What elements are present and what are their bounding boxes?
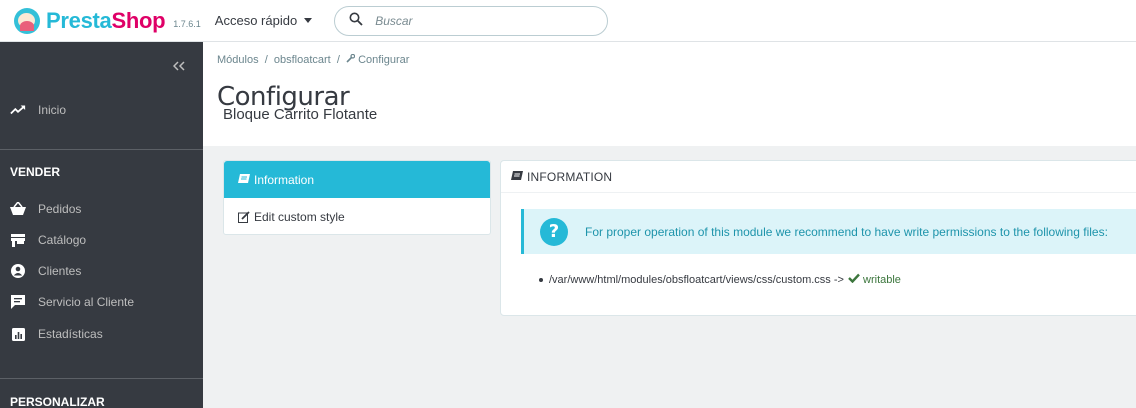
quick-access-label: Acceso rápido — [214, 13, 298, 28]
panel-heading: INFORMATION — [501, 161, 1136, 193]
file-status-label: writable — [863, 273, 901, 286]
breadcrumb-item-modulos[interactable]: Módulos — [217, 54, 259, 66]
logo-text: PrestaShop — [46, 7, 166, 33]
bullet-icon — [539, 277, 543, 282]
sidebar-item-label: Clientes — [38, 264, 82, 278]
file-status: writable — [848, 273, 901, 286]
tab-label: Edit custom style — [254, 209, 345, 224]
sidebar-section-customize: PERSONALIZAR — [10, 395, 105, 408]
question-icon: ? — [540, 217, 568, 246]
sidebar-item-inicio[interactable]: Inicio — [10, 103, 66, 117]
tab-label: Information — [254, 172, 315, 187]
account-circle-icon — [10, 264, 26, 278]
breadcrumb-item-module[interactable]: obsfloatcart — [274, 54, 331, 66]
file-path: /var/www/html/modules/obsfloatcart/views… — [549, 273, 844, 286]
collapse-sidebar-icon[interactable] — [172, 58, 185, 76]
quick-access-dropdown[interactable]: Acceso rápido — [214, 13, 313, 28]
chart-icon — [10, 327, 26, 341]
page-subtitle: Bloque Carrito Flotante — [223, 106, 378, 123]
wrench-icon — [346, 53, 358, 66]
tab-edit-custom-style[interactable]: Edit custom style — [224, 198, 490, 235]
sidebar-item-pedidos[interactable]: Pedidos — [10, 202, 81, 216]
sidebar-divider — [0, 378, 203, 379]
information-panel: INFORMATION ? For proper operation of th… — [500, 160, 1136, 316]
sidebar: Inicio VENDER Pedidos Catálogo Clientes … — [0, 42, 203, 408]
sidebar-item-estadisticas[interactable]: Estadísticas — [10, 327, 103, 341]
search-input[interactable] — [375, 13, 576, 28]
sidebar-item-catalogo[interactable]: Catálogo — [10, 233, 86, 247]
sidebar-item-label: Estadísticas — [38, 327, 103, 341]
sidebar-item-label: Inicio — [38, 103, 67, 117]
sidebar-item-label: Catálogo — [38, 233, 87, 247]
check-icon — [848, 273, 860, 286]
page-header: Módulos / obsfloatcart / Configurar Conf… — [203, 42, 1136, 146]
top-header: PrestaShop 1.7.6.1 Acceso rápido — [0, 0, 1136, 42]
chat-icon — [10, 295, 26, 309]
list-item: /var/www/html/modules/obsfloatcart/views… — [539, 273, 901, 286]
sidebar-item-clientes[interactable]: Clientes — [10, 264, 81, 278]
sidebar-divider — [0, 149, 203, 150]
breadcrumb-item-current: Configurar — [358, 54, 410, 66]
prestashop-logo[interactable]: PrestaShop — [14, 7, 166, 34]
search-box[interactable] — [334, 5, 609, 36]
breadcrumb: Módulos / obsfloatcart / Configurar — [217, 53, 410, 66]
sidebar-item-servicio[interactable]: Servicio al Cliente — [10, 295, 134, 309]
info-alert: ? For proper operation of this module we… — [521, 209, 1136, 254]
puffin-logo-icon — [14, 7, 40, 34]
store-icon — [10, 233, 26, 247]
book-icon — [511, 171, 523, 182]
book-icon — [238, 174, 250, 185]
caret-down-icon — [304, 18, 313, 23]
shopping-basket-icon — [10, 202, 26, 216]
module-tabs: Information Edit custom style — [223, 160, 491, 235]
tab-information[interactable]: Information — [224, 161, 490, 198]
panel-title: INFORMATION — [527, 169, 613, 184]
trending-up-icon — [10, 103, 26, 117]
edit-icon — [238, 210, 250, 223]
search-icon[interactable] — [349, 12, 363, 29]
version-label: 1.7.6.1 — [173, 18, 201, 29]
alert-message: For proper operation of this module we r… — [585, 224, 1108, 239]
sidebar-section-sell: VENDER — [10, 165, 61, 179]
sidebar-item-label: Servicio al Cliente — [38, 295, 135, 309]
sidebar-item-label: Pedidos — [38, 202, 82, 216]
